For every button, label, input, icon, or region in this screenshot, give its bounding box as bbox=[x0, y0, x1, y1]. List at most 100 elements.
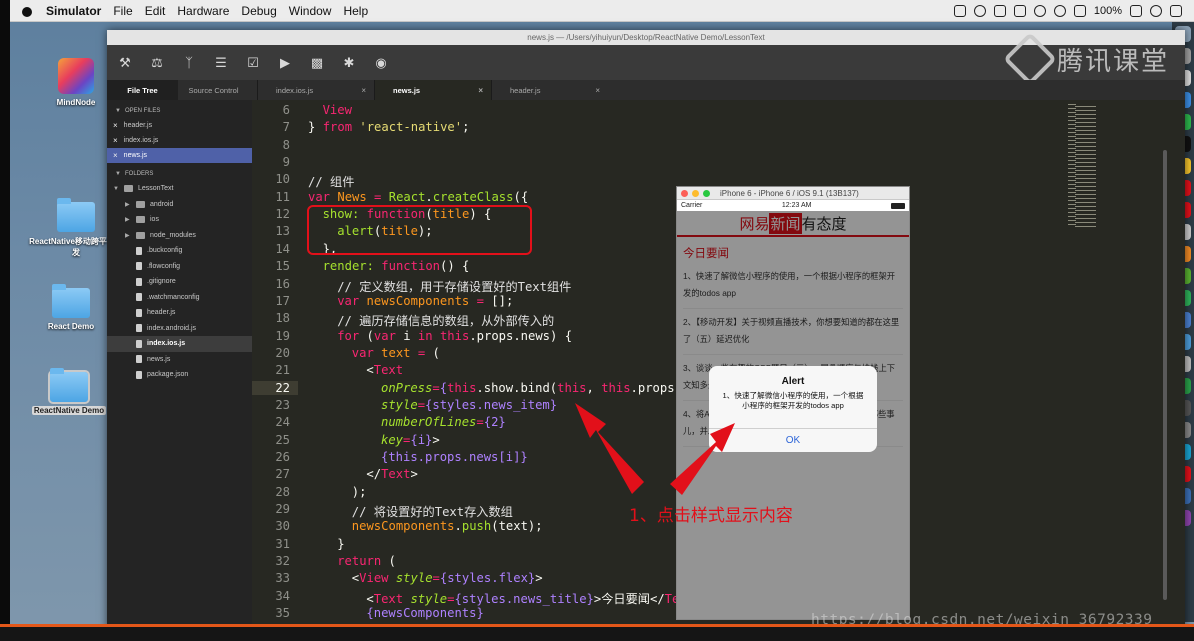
close-icon[interactable]: × bbox=[361, 86, 366, 95]
folders-header[interactable]: ▼ FOLDERS bbox=[107, 163, 252, 181]
tray-screen-icon[interactable] bbox=[993, 4, 1006, 17]
code-line[interactable]: style={styles.news_item} bbox=[381, 398, 557, 412]
code-line[interactable]: <View style={styles.flex}> bbox=[352, 571, 543, 585]
code-editor[interactable]: 6 7 8 9 10 11 12 13 14 15 16 17 18 19 20 21 22 23 24 25 26 27… bbox=[252, 100, 1062, 630]
menu-window[interactable]: Window bbox=[289, 4, 332, 18]
desktop-icon-reactnative-demo[interactable]: ReactNative Demo bbox=[21, 368, 117, 415]
terminal-icon[interactable]: ▩ bbox=[307, 53, 327, 73]
tree-item[interactable]: index.android.js bbox=[107, 321, 252, 337]
code-line[interactable]: View bbox=[323, 103, 352, 117]
tree-item[interactable]: .flowconfig bbox=[107, 259, 252, 275]
eye-icon[interactable]: ◉ bbox=[371, 53, 391, 73]
tab-index-ios[interactable]: index.ios.js × bbox=[257, 80, 374, 100]
menu-app[interactable]: Simulator bbox=[46, 4, 101, 18]
close-icon[interactable]: × bbox=[113, 136, 118, 145]
scale-icon[interactable]: ⚖ bbox=[147, 53, 167, 73]
alert-ok-button[interactable]: OK bbox=[709, 428, 877, 452]
minimap-line bbox=[1075, 194, 1096, 195]
open-file-index-ios-js[interactable]: × index.ios.js bbox=[107, 133, 252, 148]
menu-debug[interactable]: Debug bbox=[241, 4, 276, 18]
tab-news[interactable]: news.js × bbox=[374, 80, 491, 100]
code-line[interactable]: onPress={this.show.bind(this, this.props… bbox=[381, 381, 689, 395]
code-line[interactable]: key={i}> bbox=[381, 433, 440, 447]
tree-item[interactable]: ▶ node_modules bbox=[107, 228, 252, 244]
code-line[interactable]: {newsComponents} bbox=[366, 606, 483, 620]
tree-item[interactable]: .buckconfig bbox=[107, 243, 252, 259]
tab-file-tree[interactable]: File Tree bbox=[107, 80, 178, 100]
code-line[interactable]: // 组件 bbox=[308, 172, 354, 190]
plugin-icon[interactable]: ✱ bbox=[339, 53, 359, 73]
tree-item[interactable]: index.ios.js bbox=[107, 336, 252, 352]
tray-record-icon[interactable] bbox=[1013, 4, 1026, 17]
tree-label: header.js bbox=[147, 309, 176, 317]
code-line[interactable]: <Text style={styles.news_title}>今日要闻</Te… bbox=[366, 589, 686, 607]
chevron-right-icon: ▶ bbox=[125, 201, 130, 208]
menu-help[interactable]: Help bbox=[343, 4, 368, 18]
open-file-header-js[interactable]: × header.js bbox=[107, 118, 252, 133]
open-files-header[interactable]: ▼ OPEN FILES bbox=[107, 100, 252, 118]
code-line[interactable]: } from 'react-native'; bbox=[308, 120, 469, 134]
tree-item[interactable]: ▶ ios bbox=[107, 212, 252, 228]
line-number: 29 bbox=[275, 502, 290, 517]
code-line[interactable]: return ( bbox=[337, 554, 396, 568]
tree-item[interactable]: ▶ android bbox=[107, 197, 252, 213]
code-token: style bbox=[395, 571, 433, 586]
code-token: numberOfLines bbox=[381, 415, 477, 430]
code-line[interactable]: newsComponents.push(text); bbox=[352, 519, 543, 533]
play-icon[interactable]: ▶ bbox=[275, 53, 295, 73]
volume-icon[interactable] bbox=[1073, 4, 1086, 17]
code-line[interactable]: var text = ( bbox=[352, 346, 440, 360]
close-icon[interactable]: × bbox=[113, 151, 118, 160]
desktop-icon-react-demo[interactable]: React Demo bbox=[23, 284, 119, 331]
tree-item[interactable]: .gitignore bbox=[107, 274, 252, 290]
zoom-window-icon[interactable] bbox=[703, 189, 710, 197]
close-icon[interactable]: × bbox=[595, 86, 600, 95]
minimap-line bbox=[1075, 122, 1096, 123]
code-line[interactable]: </Text> bbox=[366, 467, 417, 481]
menu-edit[interactable]: Edit bbox=[145, 4, 166, 18]
code-line[interactable]: // 定义数组，用于存储设置好的Text组件 bbox=[337, 277, 571, 295]
bluetooth-icon[interactable] bbox=[1033, 4, 1046, 17]
apple-icon[interactable] bbox=[20, 4, 34, 18]
code-line[interactable]: } bbox=[337, 537, 344, 551]
code-line[interactable]: numberOfLines={2} bbox=[381, 415, 506, 429]
code-line[interactable]: render: function() { bbox=[323, 259, 470, 273]
tray-app-icon[interactable] bbox=[953, 4, 966, 17]
menu-hardware[interactable]: Hardware bbox=[177, 4, 229, 18]
close-window-icon[interactable] bbox=[681, 189, 688, 197]
battery-percent[interactable]: 100% bbox=[1094, 5, 1122, 17]
notification-icon[interactable] bbox=[1170, 4, 1182, 17]
spotlight-icon[interactable] bbox=[1150, 4, 1162, 17]
checklist-icon[interactable]: ☑ bbox=[243, 53, 263, 73]
code-line[interactable]: var News = React.createClass({ bbox=[308, 190, 528, 204]
tree-item[interactable]: package.json bbox=[107, 367, 252, 383]
code-line[interactable]: // 将设置好的Text存入数组 bbox=[352, 502, 513, 520]
tree-item[interactable]: .watchmanconfig bbox=[107, 290, 252, 306]
code-line[interactable]: var newsComponents = []; bbox=[337, 294, 513, 308]
tab-header[interactable]: header.js × bbox=[491, 80, 608, 100]
code-line[interactable]: for (var i in this.props.news) { bbox=[337, 329, 572, 343]
close-icon[interactable]: × bbox=[113, 121, 118, 130]
code-line[interactable]: <Text bbox=[366, 363, 403, 377]
tree-label: index.android.js bbox=[147, 324, 197, 332]
code-line[interactable]: {this.props.news[i]} bbox=[381, 450, 528, 464]
vertical-scrollbar[interactable] bbox=[1163, 150, 1167, 600]
close-icon[interactable]: × bbox=[478, 86, 483, 95]
open-file-news-js[interactable]: × news.js bbox=[107, 148, 252, 163]
tray-sync-icon[interactable] bbox=[973, 4, 986, 17]
code-line[interactable]: ); bbox=[352, 485, 367, 499]
menu-file[interactable]: File bbox=[113, 4, 132, 18]
ios-status-bar: Carrier 12:23 AM bbox=[677, 200, 909, 211]
tree-project-folder[interactable]: ▼ LessonText bbox=[107, 181, 252, 197]
wrench-icon[interactable]: ⚒ bbox=[115, 53, 135, 73]
minimize-window-icon[interactable] bbox=[692, 189, 699, 197]
code-token: push bbox=[461, 519, 492, 534]
battery-icon[interactable] bbox=[1130, 4, 1142, 17]
tab-source-control[interactable]: Source Control bbox=[178, 80, 249, 100]
list-icon[interactable]: ☰ bbox=[211, 53, 231, 73]
code-line[interactable]: // 遍历存储信息的数组，从外部传入的 bbox=[337, 311, 554, 329]
tree-item[interactable]: header.js bbox=[107, 305, 252, 321]
branch-icon[interactable]: ᛉ bbox=[179, 53, 199, 73]
tree-item[interactable]: news.js bbox=[107, 352, 252, 368]
wifi-icon[interactable] bbox=[1053, 4, 1066, 17]
